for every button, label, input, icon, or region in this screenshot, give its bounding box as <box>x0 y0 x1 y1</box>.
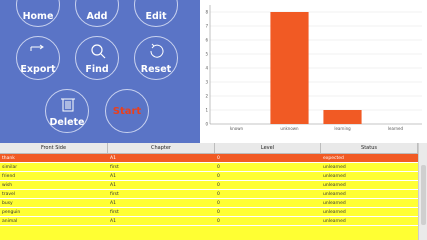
cell-level: 0 <box>217 165 220 170</box>
delete-button[interactable]: Delete <box>45 89 89 133</box>
cell-front-side: thank <box>2 156 15 161</box>
status-chart: 0 1 2 3 4 5 6 7 8 known unknown learning learned <box>200 0 427 143</box>
export-icon <box>28 42 50 60</box>
cell-chapter: first <box>110 192 119 197</box>
search-icon <box>87 42 109 60</box>
table-scrollbar[interactable] <box>418 143 427 240</box>
y-tick-label: 5 <box>205 52 208 57</box>
y-tick-label: 7 <box>205 24 208 29</box>
cell-chapter: A1 <box>110 201 116 206</box>
y-tick-label: 2 <box>205 94 208 99</box>
y-tick-label: 6 <box>205 38 208 43</box>
add-label: Add <box>86 11 108 22</box>
cell-front-side: wish <box>2 183 13 188</box>
reset-label: Reset <box>140 64 172 75</box>
find-button[interactable]: Find <box>75 36 119 80</box>
cell-chapter: A1 <box>110 156 116 161</box>
home-label: Home <box>22 11 54 22</box>
y-tick-label: 3 <box>205 80 208 85</box>
header-front-side[interactable]: Front Side <box>0 143 108 153</box>
start-button[interactable]: Start <box>105 89 149 133</box>
cell-status: unlearned <box>323 174 346 179</box>
control-panel: Home Add Edit Export Find Reset Delete S… <box>0 0 200 143</box>
cell-front-side: friend <box>2 174 16 179</box>
edit-button[interactable]: Edit <box>134 0 178 27</box>
trash-icon <box>57 95 79 113</box>
cell-front-side: similar <box>2 165 18 170</box>
table-body: thank A1 0 expected similar first 0 unlearned … <box>0 154 418 226</box>
cell-status: expected <box>323 156 344 161</box>
edit-label: Edit <box>145 11 167 22</box>
y-tick-label: 0 <box>205 122 208 127</box>
app-window: Home Add Edit Export Find Reset Delete S… <box>0 0 427 240</box>
cell-status: unlearned <box>323 210 346 215</box>
header-chapter[interactable]: Chapter <box>108 143 215 153</box>
cell-status: unlearned <box>323 165 346 170</box>
cell-level: 0 <box>217 192 220 197</box>
table-row[interactable]: busy A1 0 unlearned <box>0 199 418 208</box>
table-row[interactable]: friend A1 0 unlearned <box>0 172 418 181</box>
cell-level: 0 <box>217 210 220 215</box>
home-button[interactable]: Home <box>16 0 60 27</box>
y-tick-label: 4 <box>205 66 208 71</box>
bar <box>270 12 309 124</box>
x-tick-label: learned <box>388 126 404 131</box>
x-tick-label: learning <box>334 126 351 131</box>
cell-level: 0 <box>217 201 220 206</box>
cell-status: unlearned <box>323 201 346 206</box>
x-tick-label: known <box>230 126 244 131</box>
cell-chapter: first <box>110 210 119 215</box>
export-label: Export <box>20 64 56 75</box>
cell-chapter: A1 <box>110 219 116 224</box>
table-row[interactable]: thank A1 0 expected <box>0 154 418 163</box>
cell-level: 0 <box>217 183 220 188</box>
cards-table[interactable]: Front Side Chapter Level Status thank A1 0… <box>0 143 418 240</box>
x-tick-label: unknown <box>280 126 299 131</box>
header-level[interactable]: Level <box>215 143 321 153</box>
cell-level: 0 <box>217 219 220 224</box>
bar <box>323 110 362 124</box>
table-row[interactable]: similar first 0 unlearned <box>0 163 418 172</box>
table-row[interactable]: penguin first 0 unlearned <box>0 208 418 217</box>
start-label: Start <box>112 106 142 117</box>
cell-front-side: travel <box>2 192 16 197</box>
table-row[interactable]: wish A1 0 unlearned <box>0 181 418 190</box>
cell-front-side: busy <box>2 201 13 206</box>
chart-svg: 0 1 2 3 4 5 6 7 8 known unknown learning learned <box>205 5 422 131</box>
reset-button[interactable]: Reset <box>134 36 178 80</box>
cell-chapter: first <box>110 165 119 170</box>
cell-front-side: animal <box>2 219 18 224</box>
cell-status: unlearned <box>323 219 346 224</box>
export-button[interactable]: Export <box>16 36 60 80</box>
find-label: Find <box>85 64 109 75</box>
delete-label: Delete <box>49 117 85 128</box>
cell-front-side: penguin <box>2 210 21 215</box>
table-header: Front Side Chapter Level Status <box>0 143 418 154</box>
refresh-icon <box>146 42 168 60</box>
table-row[interactable]: travel first 0 unlearned <box>0 190 418 199</box>
y-tick-label: 8 <box>205 10 208 15</box>
add-button[interactable]: Add <box>75 0 119 27</box>
cell-status: unlearned <box>323 183 346 188</box>
cell-level: 0 <box>217 174 220 179</box>
header-status[interactable]: Status <box>321 143 418 153</box>
cell-chapter: A1 <box>110 174 116 179</box>
table-row[interactable]: animal A1 0 unlearned <box>0 217 418 226</box>
cell-level: 0 <box>217 156 220 161</box>
cell-status: unlearned <box>323 192 346 197</box>
scrollbar-thumb[interactable] <box>421 165 426 225</box>
cell-chapter: A1 <box>110 183 116 188</box>
y-tick-label: 1 <box>205 108 208 113</box>
